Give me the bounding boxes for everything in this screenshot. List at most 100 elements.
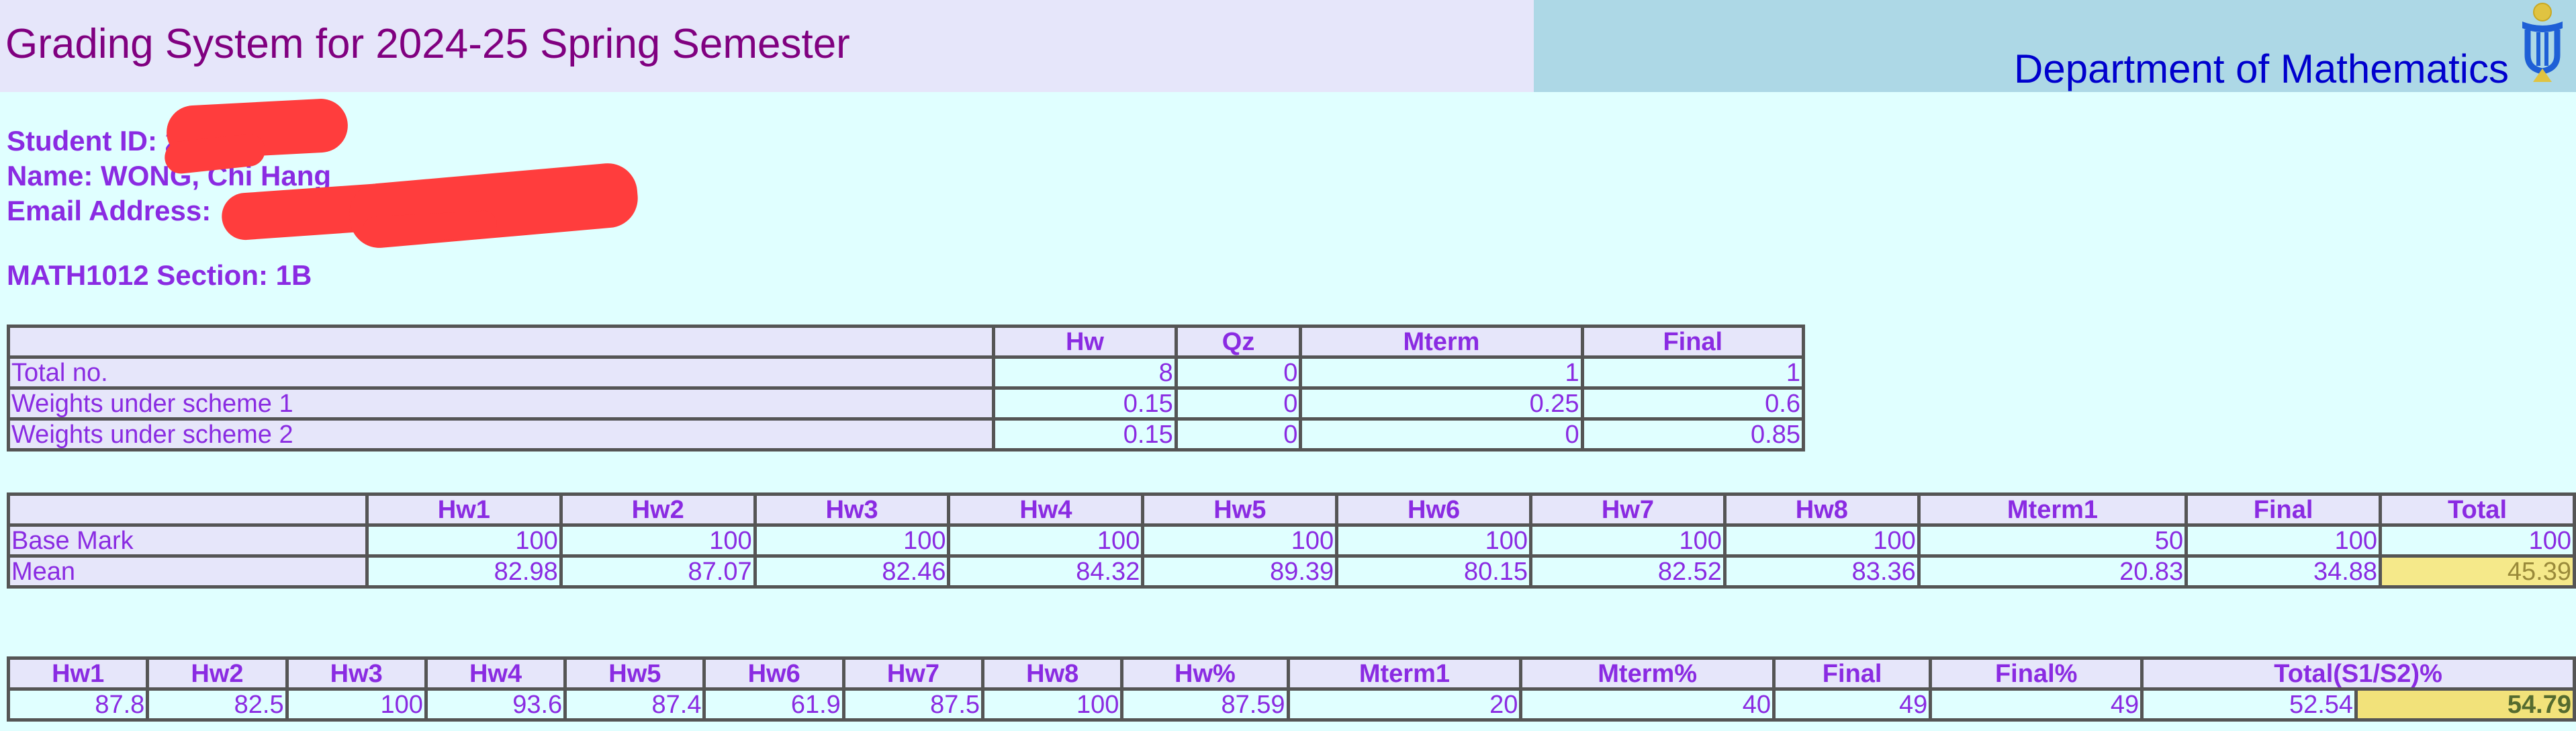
column-header: Hw2 (559, 492, 757, 527)
table-cell: 87.4 (563, 687, 706, 722)
department-name: Department of Mathematics (2014, 46, 2509, 91)
column-header: Hw (992, 325, 1178, 359)
student-email: Email Address: (7, 195, 212, 226)
table-cell: 100 (1529, 523, 1727, 558)
table-cell: 87.8 (6, 687, 150, 722)
column-header (7, 492, 369, 527)
course-section: MATH1012 Section: 1B (7, 259, 312, 291)
table-row: Weights under scheme 2 0.15 0 0 0.85 (6, 417, 1806, 452)
header-right-panel: Department of Mathematics (1534, 0, 2576, 92)
table-row: 87.8 82.5 100 93.6 87.4 61.9 87.5 100 87… (6, 687, 2576, 722)
table-cell: 0 (1174, 417, 1303, 452)
row-label: Weights under scheme 2 (6, 417, 996, 452)
table-row: Mean 82.98 87.07 82.46 84.32 89.39 80.15… (7, 554, 2576, 589)
table-cell: 87.07 (559, 554, 757, 589)
table-cell: 84.32 (947, 554, 1145, 589)
column-header: Hw8 (1722, 492, 1921, 527)
column-header: Hw4 (947, 492, 1145, 527)
row-label: Total no. (6, 355, 996, 390)
table-cell: 82.46 (753, 554, 951, 589)
page-header: Grading System for 2024-25 Spring Semest… (0, 0, 2576, 92)
table-row: Base Mark 100 100 100 100 100 100 100 10… (7, 523, 2576, 558)
column-header: Hw3 (285, 656, 428, 691)
column-header: Hw1 (6, 656, 150, 691)
table-cell: 34.88 (2184, 554, 2383, 589)
table-cell: 82.5 (146, 687, 289, 722)
table-cell: 100 (1335, 523, 1533, 558)
scores-table: Hw1 Hw2 Hw3 Hw4 Hw5 Hw6 Hw7 Hw8 Hw% Mter… (6, 656, 2576, 722)
table-header-row: Hw1 Hw2 Hw3 Hw4 Hw5 Hw6 Hw7 Hw8 Hw% Mter… (6, 656, 2576, 691)
table-cell: 100 (1141, 523, 1339, 558)
header-left-panel: Grading System for 2024-25 Spring Semest… (0, 0, 1534, 92)
table-cell: 49 (1929, 687, 2144, 722)
column-header: Total (2379, 492, 2576, 527)
table-cell: 100 (559, 523, 757, 558)
table-cell: 100 (947, 523, 1145, 558)
table-cell: 89.39 (1141, 554, 1339, 589)
table-cell: 40 (1519, 687, 1776, 722)
table-cell: 100 (365, 523, 563, 558)
table-cell: 0.25 (1299, 386, 1584, 421)
column-header: Mterm1 (1286, 656, 1523, 691)
table-cell: 82.52 (1529, 554, 1727, 589)
table-cell: 1 (1299, 355, 1584, 390)
table-cell: 87.5 (841, 687, 985, 722)
table-cell: 0 (1174, 386, 1303, 421)
column-header: Hw8 (981, 656, 1124, 691)
table-cell: 0.85 (1580, 417, 1806, 452)
table-cell: 0 (1174, 355, 1303, 390)
weights-table: Hw Qz Mterm Final Total no. 8 0 1 1 Weig… (6, 325, 1806, 452)
column-header: Hw1 (365, 492, 563, 527)
row-label: Mean (7, 554, 369, 589)
table-cell: 100 (753, 523, 951, 558)
total-score-cell: 54.79 (2354, 687, 2576, 722)
mean-total-cell: 45.39 (2379, 554, 2576, 589)
column-header: Hw2 (146, 656, 289, 691)
column-header: Hw7 (841, 656, 985, 691)
table-cell: 93.6 (424, 687, 567, 722)
table-cell: 83.36 (1722, 554, 1921, 589)
column-header: Hw4 (424, 656, 567, 691)
column-header: Final (1580, 325, 1806, 359)
column-header: Total(S1/S2)% (2140, 656, 2576, 691)
table-cell: 20 (1286, 687, 1523, 722)
column-header: Hw3 (753, 492, 951, 527)
table-cell: 100 (2379, 523, 2576, 558)
column-header: Hw5 (563, 656, 706, 691)
table-cell: 82.98 (365, 554, 563, 589)
table-cell: 0.6 (1580, 386, 1806, 421)
table-cell: 100 (981, 687, 1124, 722)
table-cell: 61.9 (702, 687, 845, 722)
table-row: Total no. 8 0 1 1 (6, 355, 1806, 390)
table-header-row: Hw1 Hw2 Hw3 Hw4 Hw5 Hw6 Hw7 Hw8 Mterm1 F… (7, 492, 2576, 527)
table-cell: 100 (285, 687, 428, 722)
column-header: Final (2184, 492, 2383, 527)
row-label: Base Mark (7, 523, 369, 558)
column-header: Hw7 (1529, 492, 1727, 527)
table-cell: 0 (1299, 417, 1584, 452)
table-cell: 100 (1722, 523, 1921, 558)
column-header: Mterm (1299, 325, 1584, 359)
table-cell: 20.83 (1917, 554, 2189, 589)
table-cell: 50 (1917, 523, 2189, 558)
table-cell: 0.15 (992, 417, 1178, 452)
column-header: Qz (1174, 325, 1303, 359)
row-label: Weights under scheme 1 (6, 386, 996, 421)
table-cell: 0.15 (992, 386, 1178, 421)
page-title: Grading System for 2024-25 Spring Semest… (5, 21, 850, 67)
column-header: Hw6 (702, 656, 845, 691)
column-header: Final (1772, 656, 1933, 691)
stats-table: Hw1 Hw2 Hw3 Hw4 Hw5 Hw6 Hw7 Hw8 Mterm1 F… (7, 492, 2576, 589)
column-header (6, 325, 996, 359)
table-cell: 8 (992, 355, 1178, 390)
table-cell: 80.15 (1335, 554, 1533, 589)
table-cell: 1 (1580, 355, 1806, 390)
table-row: Weights under scheme 1 0.15 0 0.25 0.6 (6, 386, 1806, 421)
column-header: Mterm% (1519, 656, 1776, 691)
column-header: Mterm1 (1917, 492, 2189, 527)
table-cell: 52.54 (2140, 687, 2358, 722)
column-header: Hw6 (1335, 492, 1533, 527)
table-header-row: Hw Qz Mterm Final (6, 325, 1806, 359)
table-cell: 87.59 (1120, 687, 1290, 722)
column-header: Final% (1929, 656, 2144, 691)
